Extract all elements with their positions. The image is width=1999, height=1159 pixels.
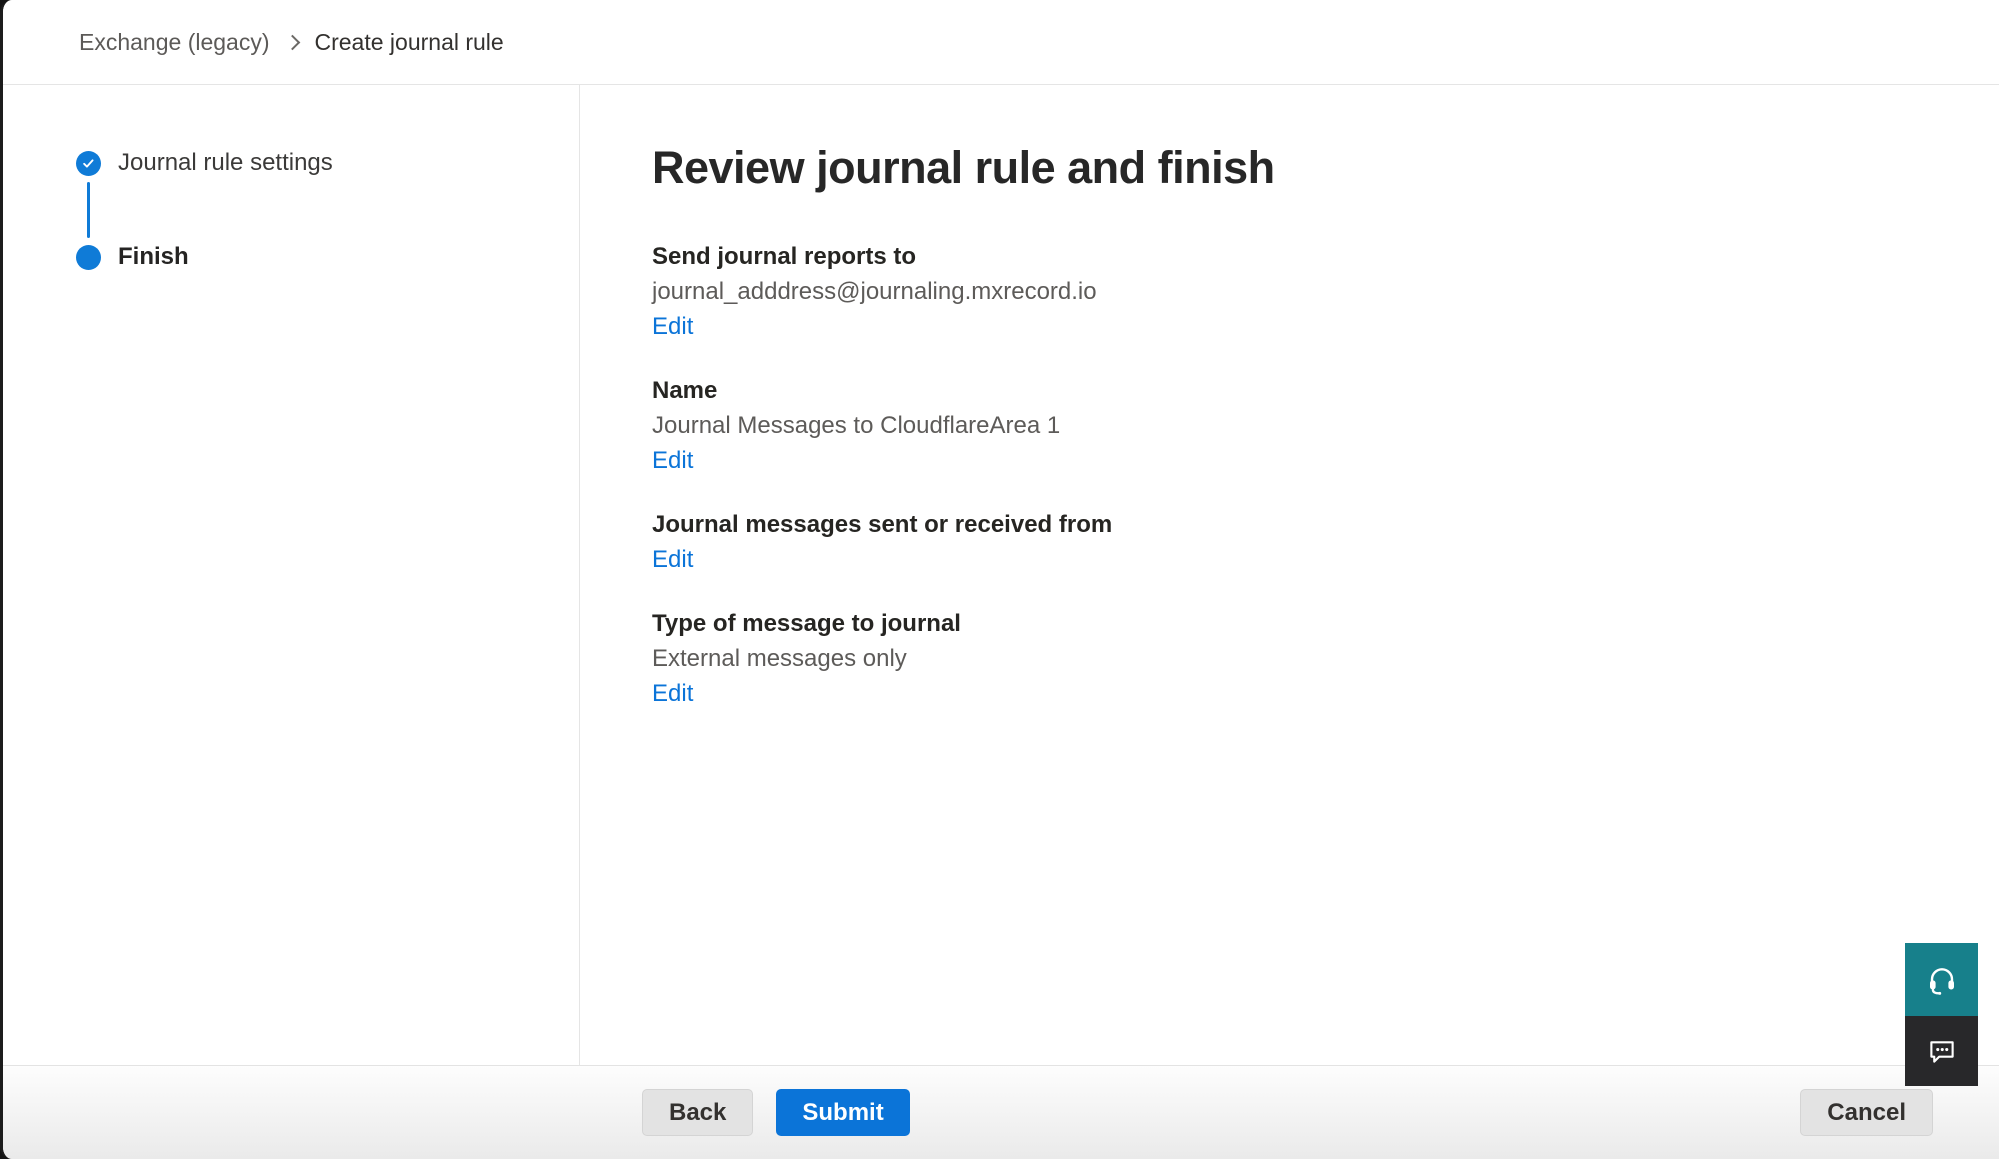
breadcrumb-exchange-legacy[interactable]: Exchange (legacy) bbox=[79, 29, 270, 56]
wizard-step-journal-rule-settings[interactable]: Journal rule settings bbox=[76, 149, 579, 177]
main-panel: Review journal rule and finish Send jour… bbox=[580, 85, 1999, 1065]
app-window: Exchange (legacy) Create journal rule Jo… bbox=[0, 0, 1999, 1159]
edit-name-link[interactable]: Edit bbox=[652, 443, 693, 478]
review-section-message-type: Type of message to journal External mess… bbox=[652, 606, 1959, 711]
section-label: Name bbox=[652, 373, 1959, 408]
step-label-finish: Finish bbox=[118, 243, 189, 271]
step-completed-check-icon bbox=[76, 151, 101, 176]
wizard-steps-panel: Journal rule settings Finish bbox=[3, 85, 580, 1065]
help-button[interactable] bbox=[1905, 943, 1978, 1016]
header: Exchange (legacy) Create journal rule bbox=[3, 0, 1999, 85]
section-label: Type of message to journal bbox=[652, 606, 1959, 641]
journal-report-address-value: journal_adddress@journaling.mxrecord.io bbox=[652, 274, 1959, 309]
section-label: Journal messages sent or received from bbox=[652, 507, 1959, 542]
floating-button-stack bbox=[1905, 943, 1978, 1086]
review-section-journal-scope: Journal messages sent or received from E… bbox=[652, 507, 1959, 577]
content-area: Journal rule settings Finish Review jour… bbox=[3, 85, 1999, 1065]
feedback-button[interactable] bbox=[1905, 1016, 1978, 1086]
submit-button[interactable]: Submit bbox=[776, 1089, 909, 1136]
edit-journal-scope-link[interactable]: Edit bbox=[652, 542, 693, 577]
back-button[interactable]: Back bbox=[642, 1089, 753, 1136]
breadcrumb-create-journal-rule: Create journal rule bbox=[315, 29, 504, 56]
cancel-button[interactable]: Cancel bbox=[1800, 1089, 1933, 1136]
footer-action-bar: Back Submit Cancel bbox=[3, 1065, 1999, 1159]
headset-icon bbox=[1926, 964, 1958, 996]
review-section-name: Name Journal Messages to CloudflareArea … bbox=[652, 373, 1959, 478]
edit-message-type-link[interactable]: Edit bbox=[652, 676, 693, 711]
step-label-journal-rule-settings: Journal rule settings bbox=[118, 149, 333, 177]
rule-name-value: Journal Messages to CloudflareArea 1 bbox=[652, 408, 1959, 443]
message-type-value: External messages only bbox=[652, 641, 1959, 676]
step-current-dot-icon bbox=[76, 245, 101, 270]
section-label: Send journal reports to bbox=[652, 239, 1959, 274]
page-title: Review journal rule and finish bbox=[652, 142, 1959, 194]
step-connector-line bbox=[87, 182, 90, 238]
review-section-send-journal-reports: Send journal reports to journal_adddress… bbox=[652, 239, 1959, 344]
chevron-right-icon bbox=[284, 34, 300, 50]
edit-send-journal-reports-link[interactable]: Edit bbox=[652, 309, 693, 344]
breadcrumb: Exchange (legacy) Create journal rule bbox=[79, 29, 504, 56]
wizard-step-finish[interactable]: Finish bbox=[76, 243, 579, 271]
feedback-bubble-icon bbox=[1927, 1036, 1957, 1066]
